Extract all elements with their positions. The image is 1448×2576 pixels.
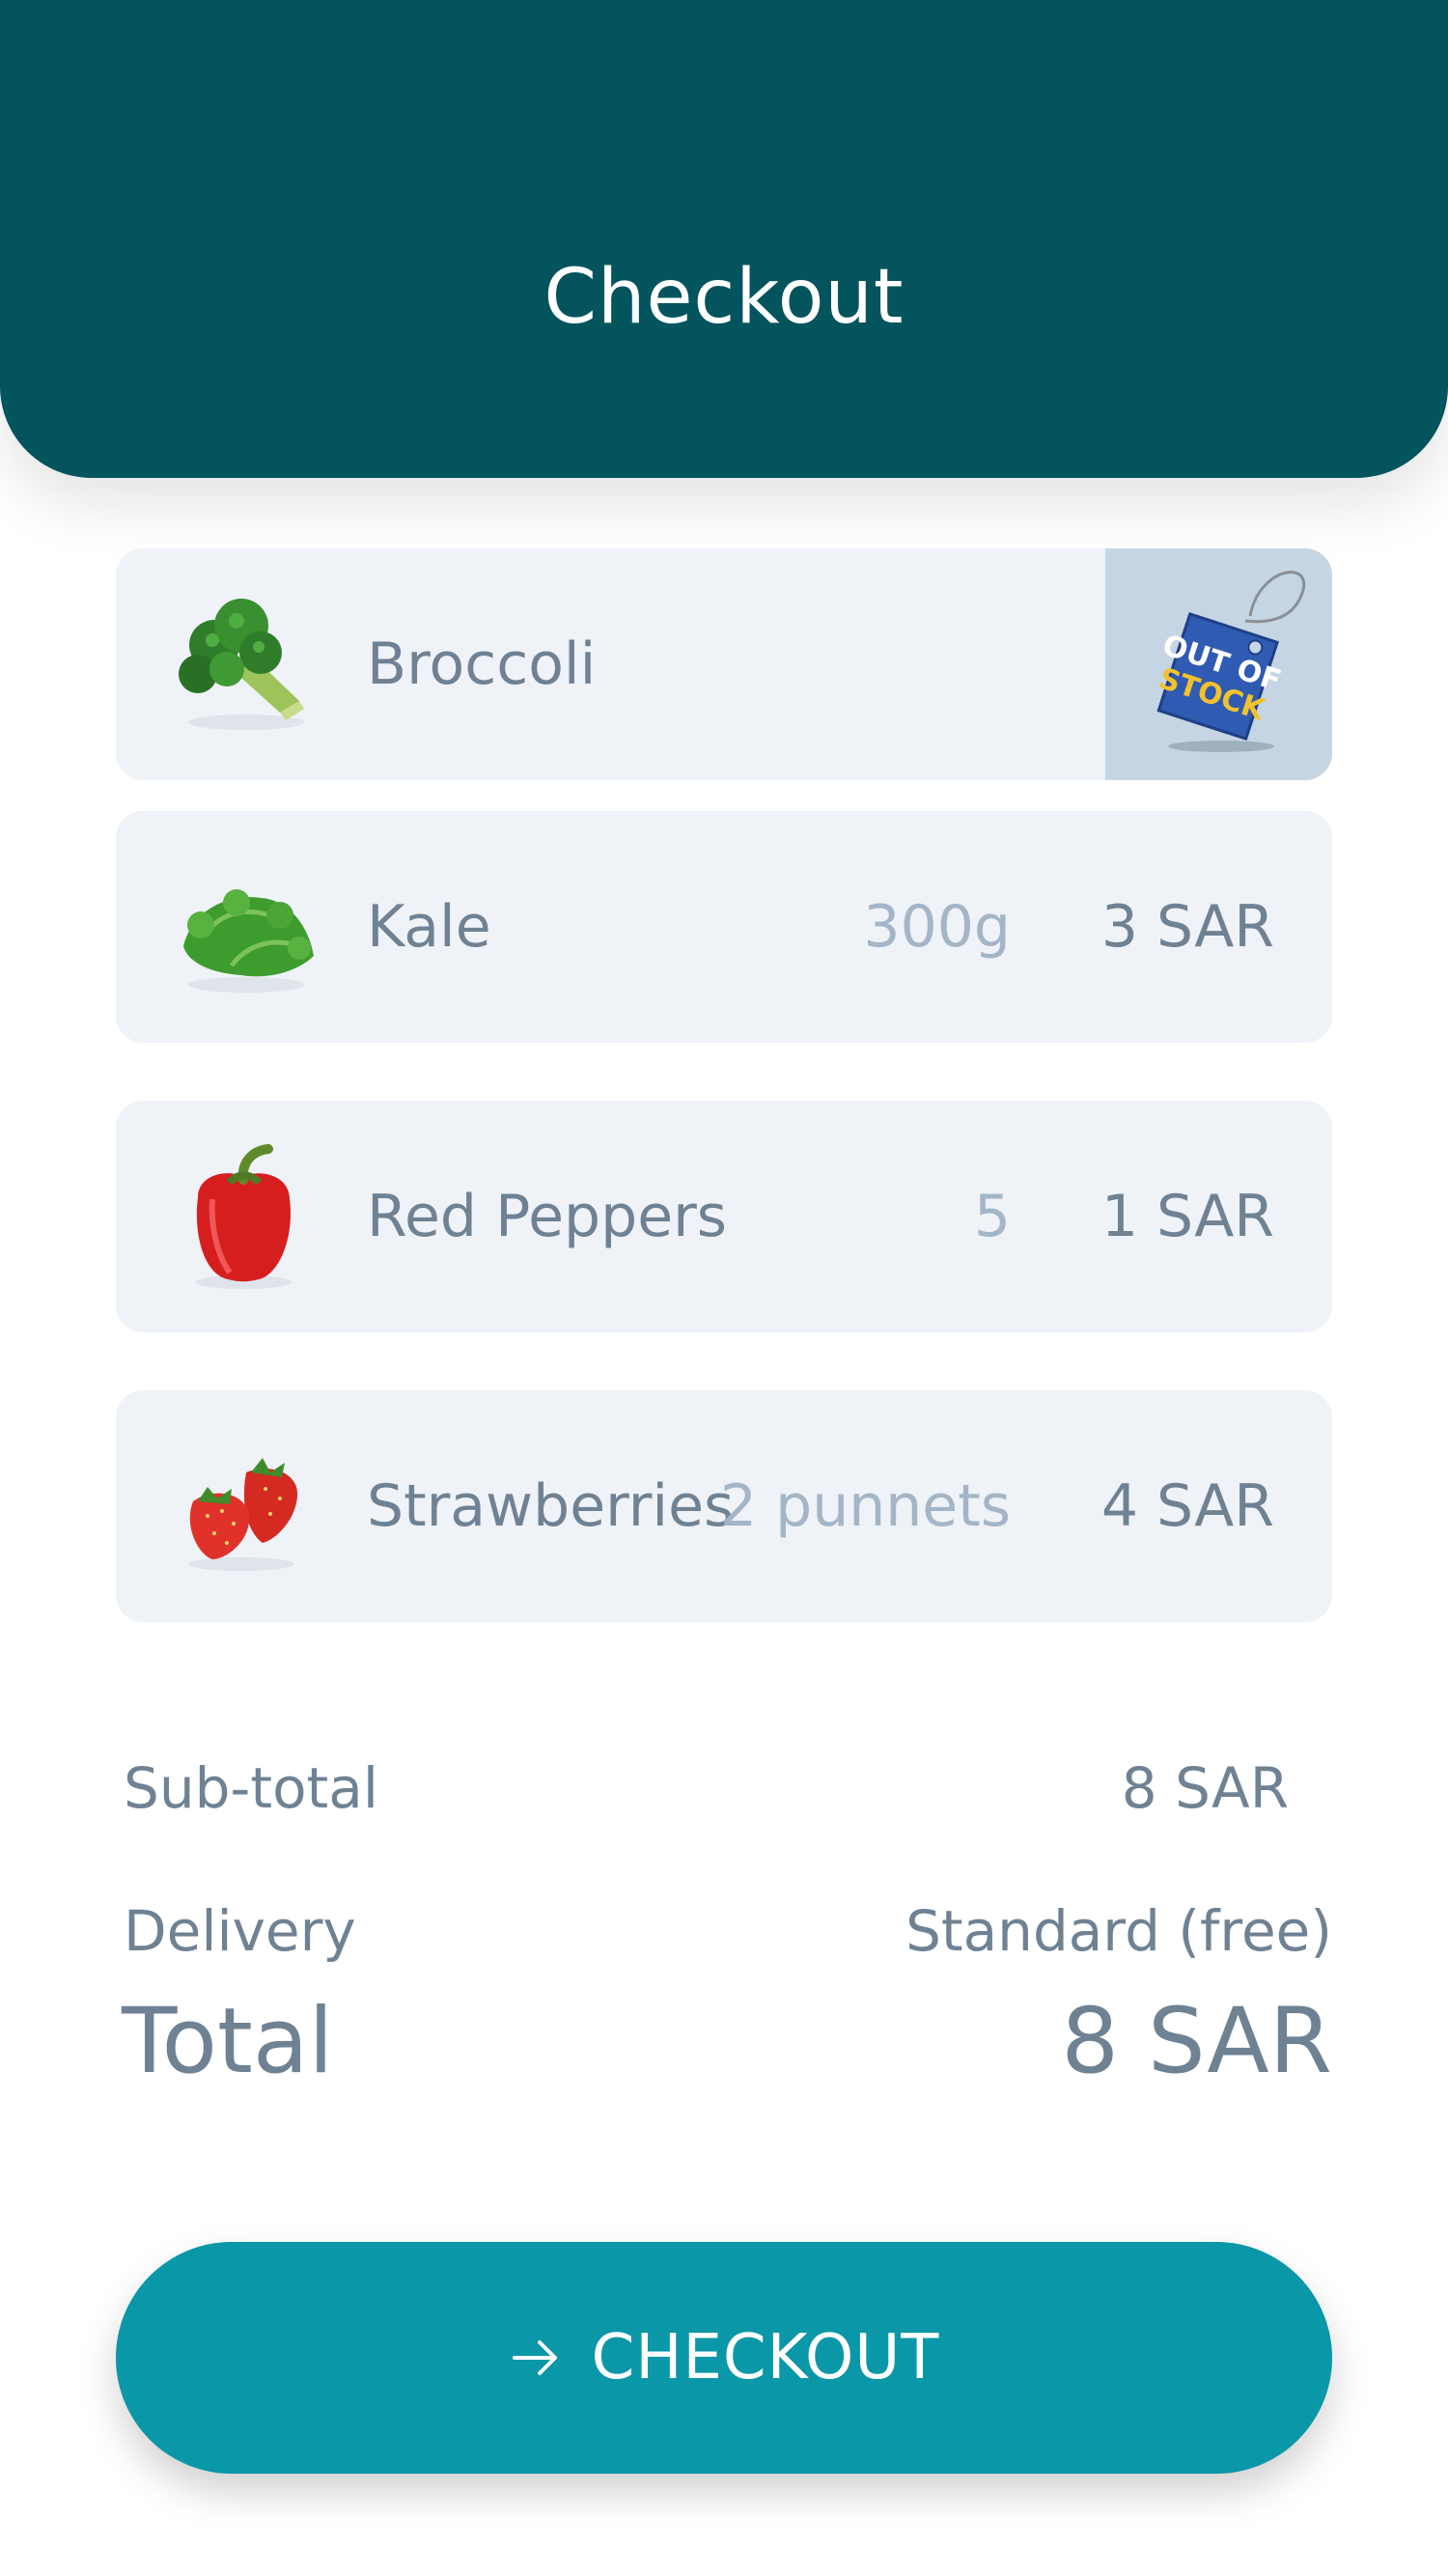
- checkout-button-label: CHECKOUT: [591, 2322, 940, 2394]
- page-title: Checkout: [543, 254, 905, 341]
- item-name: Red Peppers: [367, 1183, 728, 1250]
- item-quantity: 5: [973, 1183, 1011, 1250]
- item-name: Kale: [367, 893, 491, 961]
- item-name: Strawberries: [367, 1472, 735, 1540]
- broccoli-icon: [154, 577, 328, 751]
- cart-item-red-peppers[interactable]: Red Peppers 5 1 SAR: [116, 1101, 1332, 1332]
- cart-item-kale[interactable]: Kale 300g 3 SAR: [116, 811, 1332, 1043]
- out-of-stock-badge: OUT OF STOCK: [1105, 548, 1332, 780]
- cart-item-broccoli[interactable]: Broccoli OUT OF STOCK: [116, 548, 1332, 780]
- delivery-label: Delivery: [124, 1898, 356, 1964]
- total-value: 8 SAR: [1061, 1989, 1332, 2094]
- total-label: Total: [122, 1989, 334, 2094]
- item-price: 3 SAR: [1100, 893, 1274, 961]
- item-price: 1 SAR: [1100, 1183, 1274, 1250]
- subtotal-value: 8 SAR: [1121, 1755, 1289, 1821]
- delivery-value: Standard (free): [905, 1898, 1332, 1964]
- item-price: 4 SAR: [1100, 1472, 1274, 1540]
- header-bar: Checkout: [0, 0, 1448, 478]
- item-name: Broccoli: [367, 630, 597, 698]
- kale-icon: [154, 840, 328, 1014]
- cart-item-strawberries[interactable]: Strawberries 2 punnets 4 SAR: [116, 1390, 1332, 1622]
- strawberry-icon: [154, 1419, 328, 1593]
- red-pepper-icon: [154, 1130, 328, 1303]
- arrow-right-icon: [512, 2340, 557, 2375]
- item-quantity: 300g: [863, 893, 1011, 961]
- subtotal-label: Sub-total: [124, 1755, 378, 1821]
- item-quantity: 2 punnets: [719, 1472, 1011, 1540]
- checkout-button[interactable]: CHECKOUT: [116, 2242, 1332, 2474]
